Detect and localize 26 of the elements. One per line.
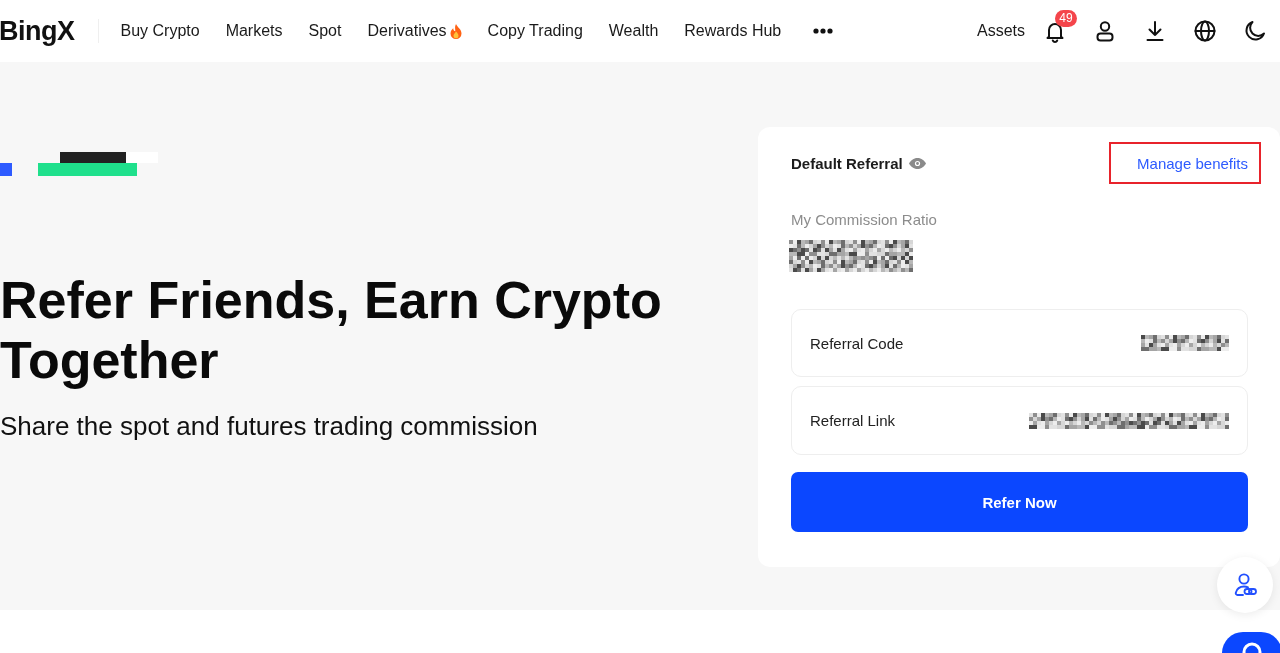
card-title: Default Referral xyxy=(791,154,903,172)
more-icon[interactable] xyxy=(813,28,834,34)
hero-subtitle: Share the spot and futures trading commission xyxy=(0,410,539,442)
nav-link[interactable]: Rewards Hub xyxy=(684,22,782,40)
logo[interactable]: BingX xyxy=(0,15,75,47)
nav-link[interactable]: Copy Trading xyxy=(487,22,583,40)
eye-icon[interactable] xyxy=(908,157,926,169)
commission-label: My Commission Ratio xyxy=(791,210,938,230)
refer-now-button[interactable]: Refer Now xyxy=(791,472,1248,532)
manage-benefits-link[interactable]: Manage benefits xyxy=(1137,154,1248,172)
user-icon[interactable] xyxy=(1093,19,1117,43)
nav-link[interactable]: Buy Crypto xyxy=(120,22,200,40)
globe-icon[interactable] xyxy=(1193,19,1217,43)
nav-link[interactable]: Wealth xyxy=(608,22,659,40)
nav-link[interactable]: Derivatives xyxy=(367,22,462,40)
ring-icon xyxy=(1241,640,1263,653)
field-label: Referral Link xyxy=(810,412,896,429)
floating-action-button[interactable] xyxy=(1222,632,1280,653)
field-label: Referral Code xyxy=(810,334,904,352)
hero-title: Refer Friends, Earn Crypto Together xyxy=(0,270,663,390)
notification-badge: 49 xyxy=(1055,10,1077,27)
person-link-icon xyxy=(1232,572,1258,598)
nav-link[interactable]: Spot xyxy=(308,22,342,40)
moon-icon[interactable] xyxy=(1243,19,1267,43)
assets-link[interactable]: Assets xyxy=(977,22,1025,40)
nav-link[interactable]: Markets xyxy=(225,22,283,40)
